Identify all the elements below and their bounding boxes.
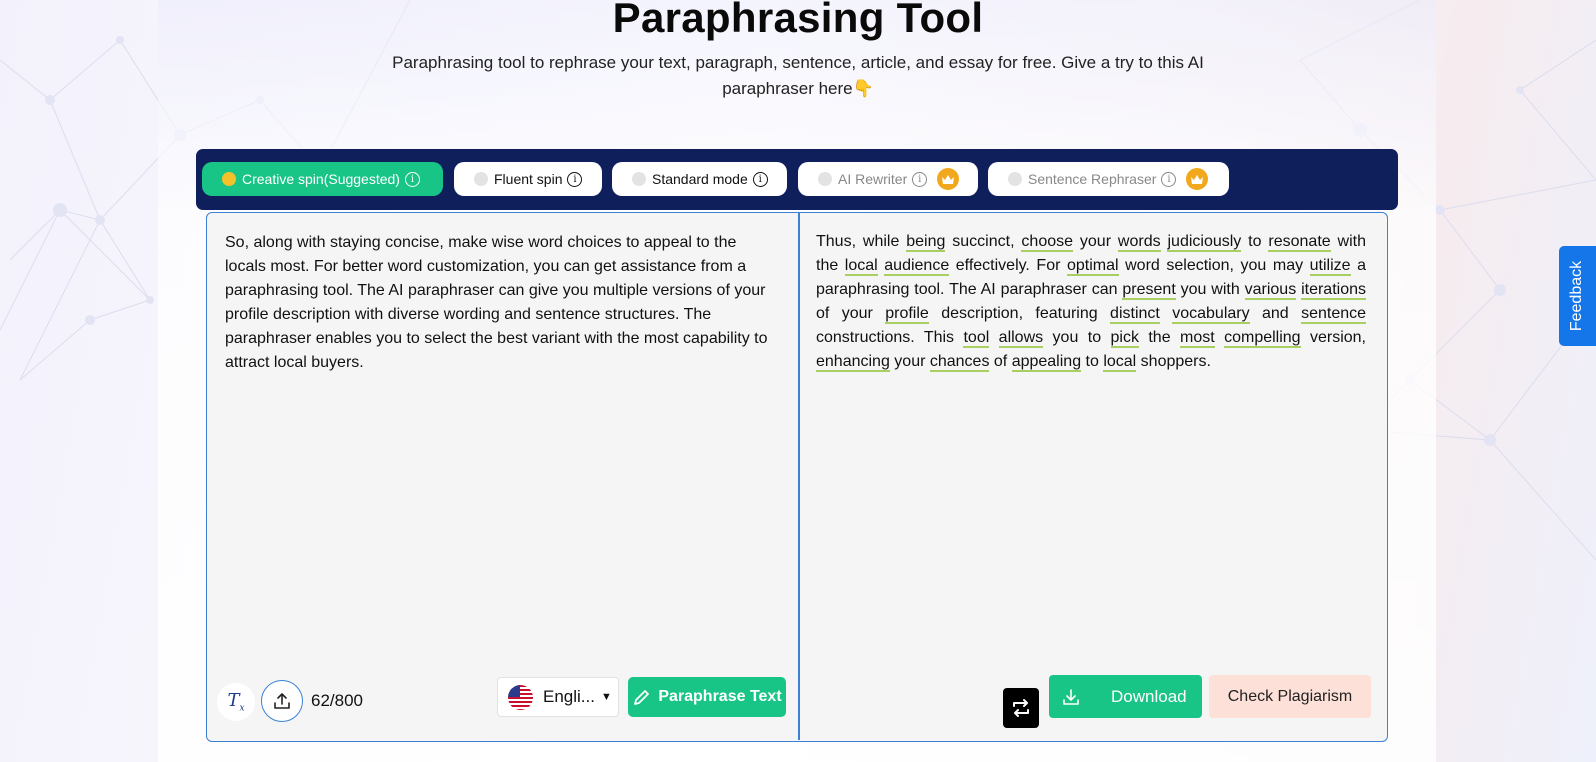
- info-icon[interactable]: i: [404, 171, 420, 187]
- output-text-segment: constructions. This: [816, 329, 964, 346]
- editor-divider: [798, 213, 800, 740]
- mode-label: Sentence Rephraser: [1028, 171, 1157, 187]
- output-text-segment: succinct,: [945, 233, 1022, 250]
- highlighted-word[interactable]: audience: [884, 257, 950, 276]
- highlighted-word[interactable]: present: [1122, 281, 1176, 300]
- output-text[interactable]: Thus, while being succinct, choose your …: [816, 230, 1367, 374]
- upload-button[interactable]: [261, 680, 303, 722]
- mode-label: Fluent spin: [494, 171, 563, 187]
- output-text-segment: description, featuring: [928, 305, 1111, 322]
- highlighted-word[interactable]: appealing: [1011, 353, 1082, 372]
- mode-tab-ai-rewriter[interactable]: AI Rewriter i: [798, 162, 978, 196]
- output-text-segment: and: [1249, 305, 1302, 322]
- chevron-down-icon: ▼: [600, 691, 612, 703]
- highlighted-word[interactable]: sentence: [1301, 305, 1367, 324]
- swap-button[interactable]: [1003, 688, 1039, 728]
- info-icon[interactable]: i: [567, 171, 583, 187]
- output-text-segment: the: [1138, 329, 1181, 346]
- highlighted-word[interactable]: words: [1117, 233, 1161, 252]
- output-text-segment: you with: [1175, 281, 1245, 298]
- feedback-tab[interactable]: Feedback: [1559, 246, 1596, 346]
- highlighted-word[interactable]: enhancing: [816, 353, 890, 372]
- crown-icon: [1186, 168, 1209, 190]
- output-text-segment: of your: [816, 305, 886, 322]
- highlighted-word[interactable]: choose: [1021, 233, 1074, 252]
- radio-dot-icon: [818, 172, 832, 186]
- info-icon[interactable]: i: [752, 171, 768, 187]
- pencil-icon: [634, 690, 650, 705]
- highlighted-word[interactable]: profile: [885, 305, 929, 324]
- highlighted-word[interactable]: being: [906, 233, 946, 252]
- highlighted-word[interactable]: various: [1244, 281, 1297, 300]
- check-plagiarism-label: Check Plagiarism: [1227, 687, 1353, 705]
- paraphrase-editor: So, along with staying concise, make wis…: [206, 212, 1388, 742]
- paraphrase-button[interactable]: Paraphrase Text: [628, 677, 786, 717]
- highlighted-word[interactable]: compelling: [1224, 329, 1301, 348]
- radio-dot-icon: [1008, 172, 1022, 186]
- highlighted-word[interactable]: distinct: [1110, 305, 1160, 324]
- highlighted-word[interactable]: tool: [963, 329, 990, 348]
- language-value: Engli...: [543, 687, 595, 706]
- output-text-segment: [1215, 329, 1224, 346]
- info-icon[interactable]: i: [1161, 171, 1177, 187]
- us-flag-icon: [508, 684, 533, 710]
- download-button[interactable]: Download: [1049, 675, 1202, 718]
- output-text-segment: Thus, while: [816, 233, 907, 250]
- check-plagiarism-button[interactable]: Check Plagiarism: [1209, 675, 1371, 718]
- output-text-segment: [989, 329, 998, 346]
- output-text-segment: effectively. For: [949, 257, 1067, 274]
- upload-icon: [274, 693, 290, 709]
- swap-icon: [1013, 699, 1029, 717]
- download-button-label: Download: [1111, 686, 1187, 706]
- crown-icon: [937, 168, 960, 190]
- feedback-label: Feedback: [1568, 260, 1586, 332]
- page-title: Paraphrasing Tool: [612, 0, 984, 41]
- highlighted-word[interactable]: iterations: [1301, 281, 1366, 300]
- download-icon: [1063, 688, 1079, 705]
- radio-dot-icon: [474, 172, 488, 186]
- output-text-segment: version,: [1300, 329, 1367, 346]
- mode-tab-sentence-rephraser[interactable]: Sentence Rephraser i: [988, 162, 1229, 196]
- output-text-segment: of: [989, 353, 1012, 370]
- mode-selector-bar: Creative spin(Suggested) i Fluent spin i…: [196, 149, 1398, 210]
- output-text-segment: your: [889, 353, 930, 370]
- mode-tab-standard-mode[interactable]: Standard mode i: [612, 162, 787, 196]
- highlighted-word[interactable]: optimal: [1067, 257, 1119, 276]
- highlighted-word[interactable]: utilize: [1309, 257, 1351, 276]
- clear-format-icon: Tx: [227, 690, 245, 714]
- info-icon[interactable]: i: [912, 171, 928, 187]
- word-count: 62/800: [311, 691, 363, 710]
- output-text-segment: shoppers.: [1136, 353, 1211, 370]
- mode-label: AI Rewriter: [838, 171, 908, 187]
- highlighted-word[interactable]: local: [1103, 353, 1137, 372]
- language-select[interactable]: Engli... ▼: [497, 677, 619, 717]
- output-text-segment: [1160, 305, 1172, 322]
- radio-dot-icon: [222, 172, 236, 186]
- output-text-segment: your: [1073, 233, 1118, 250]
- output-text-segment: word selection, you may: [1118, 257, 1310, 274]
- clear-format-button[interactable]: Tx: [217, 683, 255, 721]
- page-subtitle: Paraphrasing tool to rephrase your text,…: [392, 53, 1204, 98]
- input-textarea[interactable]: So, along with staying concise, make wis…: [225, 231, 781, 375]
- output-text-segment: to: [1241, 233, 1269, 250]
- output-text-segment: to: [1081, 353, 1104, 370]
- highlighted-word[interactable]: most: [1180, 329, 1215, 348]
- output-text-segment: you to: [1043, 329, 1111, 346]
- mode-label: Creative spin(Suggested): [242, 171, 400, 187]
- highlighted-word[interactable]: pick: [1110, 329, 1139, 348]
- highlighted-word[interactable]: allows: [998, 329, 1044, 348]
- highlighted-word[interactable]: resonate: [1268, 233, 1331, 252]
- mode-label: Standard mode: [652, 171, 748, 187]
- mode-tab-fluent-spin[interactable]: Fluent spin i: [454, 162, 602, 196]
- highlighted-word[interactable]: vocabulary: [1172, 305, 1250, 324]
- paraphrase-button-label: Paraphrase Text: [658, 688, 782, 705]
- highlighted-word[interactable]: judiciously: [1167, 233, 1242, 252]
- mode-tab-creative-spin[interactable]: Creative spin(Suggested) i: [202, 162, 443, 196]
- highlighted-word[interactable]: local: [844, 257, 878, 276]
- highlighted-word[interactable]: chances: [929, 353, 990, 372]
- radio-dot-icon: [632, 172, 646, 186]
